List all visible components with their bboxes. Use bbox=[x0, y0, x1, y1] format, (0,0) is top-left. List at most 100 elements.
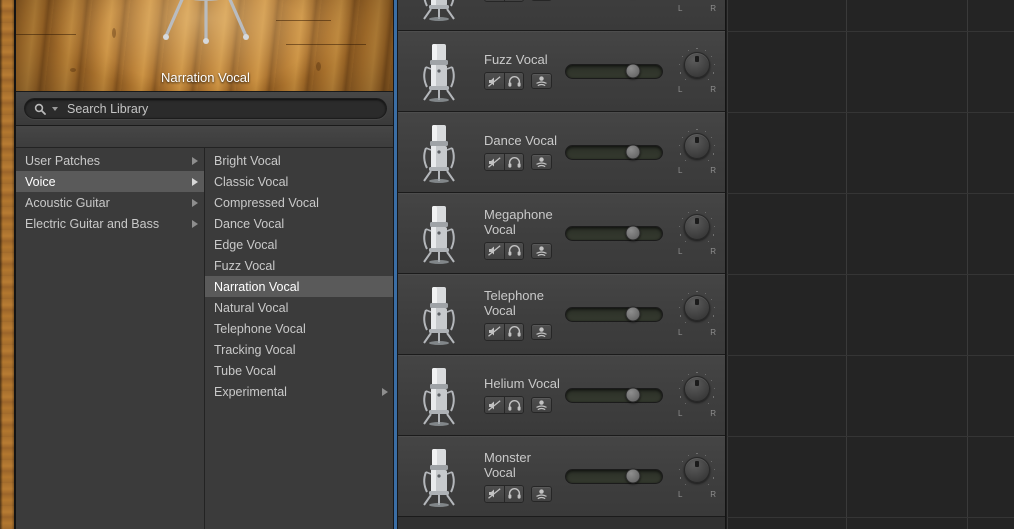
monitor-button[interactable] bbox=[504, 397, 523, 413]
channel-strip[interactable]: Dance Vocal LR bbox=[398, 112, 725, 193]
mute-button[interactable] bbox=[485, 154, 504, 170]
category-item-voice[interactable]: Voice bbox=[16, 171, 204, 192]
category-column[interactable]: User Patches Voice Acoustic Guitar Electric… bbox=[16, 148, 205, 529]
headphones-icon bbox=[507, 488, 521, 499]
pan-right-label: R bbox=[710, 490, 716, 499]
mute-speaker-icon bbox=[488, 245, 501, 256]
volume-slider-thumb[interactable] bbox=[625, 63, 641, 79]
channel-strip[interactable]: Megaphone Vocal LR bbox=[398, 193, 725, 274]
patch-browser-columns: User Patches Voice Acoustic Guitar Electric… bbox=[16, 148, 395, 529]
patch-item-edge-vocal[interactable]: Edge Vocal bbox=[205, 234, 394, 255]
patch-item-narration-vocal[interactable]: Narration Vocal bbox=[205, 276, 394, 297]
volume-slider[interactable] bbox=[565, 63, 663, 79]
patch-item-fuzz-vocal[interactable]: Fuzz Vocal bbox=[205, 255, 394, 276]
mute-button[interactable] bbox=[485, 397, 504, 413]
volume-slider-thumb[interactable] bbox=[625, 306, 641, 322]
mute-button[interactable] bbox=[485, 73, 504, 89]
input-button[interactable] bbox=[531, 73, 552, 89]
volume-slider-thumb[interactable] bbox=[625, 468, 641, 484]
volume-slider-wrapper bbox=[565, 225, 669, 241]
pan-knob[interactable] bbox=[684, 295, 710, 321]
patch-item-label: Fuzz Vocal bbox=[214, 258, 276, 273]
monitor-button[interactable] bbox=[504, 0, 523, 1]
channel-strip-list[interactable]: LR Fuzz Vocal LR Dance Vocal LR Megaphon… bbox=[398, 0, 726, 529]
arrange-area[interactable] bbox=[727, 0, 1014, 529]
patch-item-label: Edge Vocal bbox=[214, 237, 278, 252]
pan-right-label: R bbox=[710, 409, 716, 418]
record-input-icon bbox=[536, 488, 547, 499]
volume-slider[interactable] bbox=[565, 225, 663, 241]
monitor-button[interactable] bbox=[504, 323, 523, 340]
patch-item-telephone-vocal[interactable]: Telephone Vocal bbox=[205, 318, 394, 339]
patch-item-compressed-vocal[interactable]: Compressed Vocal bbox=[205, 192, 394, 213]
monitor-button[interactable] bbox=[504, 242, 523, 259]
search-field[interactable] bbox=[24, 98, 387, 119]
monitor-button[interactable] bbox=[504, 154, 523, 170]
input-button[interactable] bbox=[531, 323, 552, 340]
input-button[interactable] bbox=[531, 397, 552, 413]
pan-knob[interactable] bbox=[684, 376, 710, 402]
category-item-acoustic-guitar[interactable]: Acoustic Guitar bbox=[16, 192, 204, 213]
pan-knob[interactable] bbox=[684, 214, 710, 240]
record-input-icon bbox=[536, 157, 547, 168]
patch-item-label: Classic Vocal bbox=[214, 174, 289, 189]
pan-knob[interactable] bbox=[684, 457, 710, 483]
pan-knob-indicator bbox=[695, 218, 699, 224]
chevron-down-icon[interactable] bbox=[52, 106, 58, 111]
channel-strip[interactable]: Fuzz Vocal LR bbox=[398, 31, 725, 112]
channel-strip[interactable]: Helium Vocal LR bbox=[398, 355, 725, 436]
patch-item-tube-vocal[interactable]: Tube Vocal bbox=[205, 360, 394, 381]
search-input[interactable] bbox=[63, 101, 377, 116]
volume-slider-thumb[interactable] bbox=[625, 225, 641, 241]
volume-slider-thumb[interactable] bbox=[625, 387, 641, 403]
channel-strip-buttons bbox=[484, 241, 565, 260]
monitor-button[interactable] bbox=[504, 485, 523, 502]
patch-item-tracking-vocal[interactable]: Tracking Vocal bbox=[205, 339, 394, 360]
mute-monitor-segmented-control bbox=[484, 0, 524, 2]
input-button[interactable] bbox=[531, 485, 552, 502]
pan-knob[interactable] bbox=[684, 52, 710, 78]
patch-item-experimental[interactable]: Experimental bbox=[205, 381, 394, 402]
mute-button[interactable] bbox=[485, 0, 504, 1]
channel-strip-thumbnail bbox=[398, 364, 480, 426]
pan-control: LR bbox=[669, 452, 725, 500]
channel-strip-thumbnail bbox=[398, 121, 480, 183]
mute-button[interactable] bbox=[485, 242, 504, 259]
patch-item-label: Experimental bbox=[214, 384, 287, 399]
mute-monitor-segmented-control bbox=[484, 72, 524, 90]
patch-column[interactable]: Bright Vocal Classic Vocal Compressed Voca… bbox=[205, 148, 395, 529]
channel-strip[interactable]: Monster Vocal LR bbox=[398, 436, 725, 517]
mute-button[interactable] bbox=[485, 323, 504, 340]
volume-slider-wrapper bbox=[565, 63, 669, 79]
volume-slider[interactable] bbox=[565, 387, 663, 403]
patch-preview-image: Narration Vocal bbox=[16, 0, 395, 91]
volume-slider[interactable] bbox=[565, 306, 663, 322]
category-item-user-patches[interactable]: User Patches bbox=[16, 150, 204, 171]
pan-control: LR bbox=[669, 371, 725, 419]
channel-strip-name: Telephone Vocal bbox=[484, 287, 544, 318]
volume-slider[interactable] bbox=[565, 468, 663, 484]
monitor-button[interactable] bbox=[504, 73, 523, 89]
volume-slider[interactable] bbox=[565, 144, 663, 160]
patch-item-bright-vocal[interactable]: Bright Vocal bbox=[205, 150, 394, 171]
patch-item-natural-vocal[interactable]: Natural Vocal bbox=[205, 297, 394, 318]
category-item-electric-guitar-and-bass[interactable]: Electric Guitar and Bass bbox=[16, 213, 204, 234]
pan-control: LR bbox=[669, 209, 725, 257]
patch-item-dance-vocal[interactable]: Dance Vocal bbox=[205, 213, 394, 234]
mute-button[interactable] bbox=[485, 485, 504, 502]
library-panel: Narration Vocal User Patches Voice Acousti… bbox=[16, 0, 395, 529]
channel-strip[interactable]: LR bbox=[398, 0, 725, 31]
input-button[interactable] bbox=[531, 154, 552, 170]
channel-strip[interactable]: Telephone Vocal LR bbox=[398, 274, 725, 355]
garageband-library-window: Narration Vocal User Patches Voice Acousti… bbox=[0, 0, 1014, 529]
category-item-label: User Patches bbox=[25, 153, 101, 168]
input-button[interactable] bbox=[531, 242, 552, 259]
volume-slider-thumb[interactable] bbox=[625, 144, 641, 160]
pan-knob[interactable] bbox=[684, 133, 710, 159]
patch-item-classic-vocal[interactable]: Classic Vocal bbox=[205, 171, 394, 192]
chevron-right-icon bbox=[382, 387, 388, 396]
mute-speaker-icon bbox=[488, 488, 501, 499]
volume-slider-wrapper bbox=[565, 306, 669, 322]
input-button[interactable] bbox=[531, 0, 552, 1]
headphones-icon bbox=[507, 75, 521, 87]
